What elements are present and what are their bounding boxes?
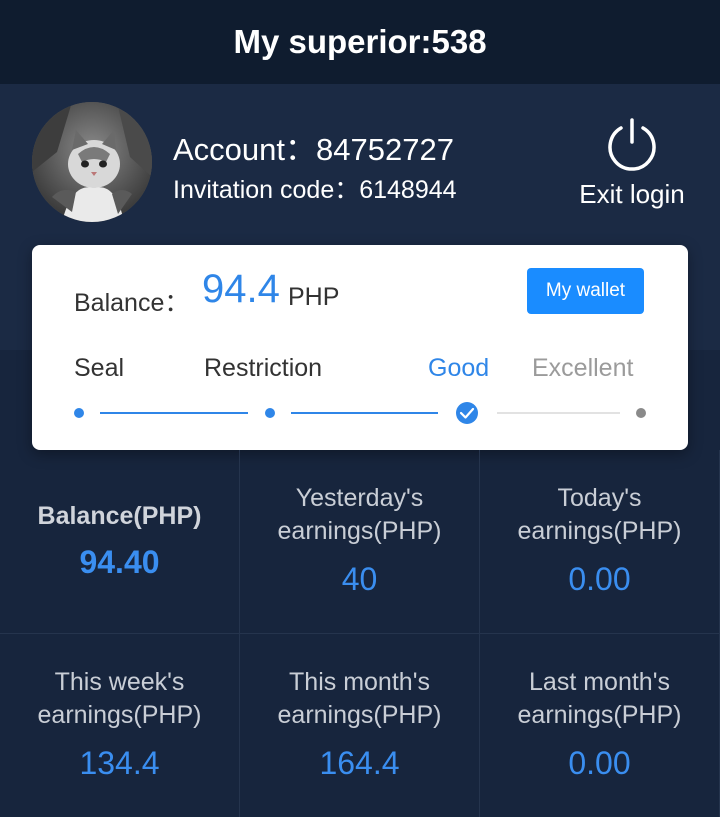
- avatar-cat-image: [32, 102, 152, 222]
- stat-label: Today's earnings(PHP): [517, 484, 682, 545]
- stat-value: 164.4: [319, 745, 400, 781]
- level-good: Good: [428, 354, 490, 382]
- stat-value: 40: [341, 561, 378, 597]
- level-restriction: Restriction: [204, 354, 323, 382]
- level-seal: Seal: [74, 354, 125, 382]
- my-wallet-button[interactable]: My wallet: [527, 268, 644, 314]
- page-title: My superior:538: [0, 0, 720, 84]
- stat-value: 134.4: [79, 745, 160, 781]
- level-dot-excellent: [636, 408, 646, 418]
- invitation-line: Invitation code：6148944: [173, 170, 457, 206]
- power-icon: [608, 118, 656, 171]
- account-label: Account：: [173, 132, 317, 167]
- level-check-icon: [456, 402, 478, 424]
- stat-cell-yesterday: Yesterday's earnings(PHP) 40: [240, 450, 480, 634]
- avatar[interactable]: [32, 102, 152, 222]
- earnings-grid: Balance(PHP) 94.40 Yesterday's earnings(…: [0, 450, 720, 817]
- stat-value: 0.00: [568, 745, 631, 781]
- stat-label: Balance(PHP): [37, 502, 202, 530]
- level-progress-track: [74, 402, 646, 424]
- exit-login-button[interactable]: Exit login: [566, 117, 698, 217]
- stat-label: Yesterday's earnings(PHP): [277, 484, 442, 545]
- level-dot-seal: [74, 408, 84, 418]
- invitation-label: Invitation code：: [173, 176, 360, 204]
- stat-label: This week's earnings(PHP): [37, 668, 202, 729]
- level-excellent: Excellent: [532, 354, 634, 382]
- stat-label: This month's earnings(PHP): [277, 668, 442, 729]
- level-dot-restriction: [265, 408, 275, 418]
- account-value: 84752727: [316, 132, 454, 167]
- balance-unit: PHP: [288, 283, 340, 311]
- balance-card: Balance： 94.4 PHP My wallet Seal Restric…: [32, 245, 688, 450]
- page: My superior:538 Account：84752727 Invitat…: [0, 0, 720, 817]
- stat-cell-balance: Balance(PHP) 94.40: [0, 450, 240, 634]
- balance-label: Balance：: [74, 289, 190, 317]
- balance-value: 94.4: [202, 267, 280, 311]
- stat-cell-last-month: Last month's earnings(PHP) 0.00: [480, 634, 720, 817]
- stat-cell-this-week: This week's earnings(PHP) 134.4: [0, 634, 240, 817]
- exit-login-label: Exit login: [579, 179, 685, 209]
- stat-label: Last month's earnings(PHP): [517, 668, 682, 729]
- stat-cell-this-month: This month's earnings(PHP) 164.4: [240, 634, 480, 817]
- account-line: Account：84752727: [173, 124, 454, 169]
- invitation-value: 6148944: [359, 176, 457, 204]
- stat-cell-today: Today's earnings(PHP) 0.00: [480, 450, 720, 634]
- stat-value: 0.00: [568, 561, 631, 597]
- stat-value: 94.40: [79, 544, 160, 580]
